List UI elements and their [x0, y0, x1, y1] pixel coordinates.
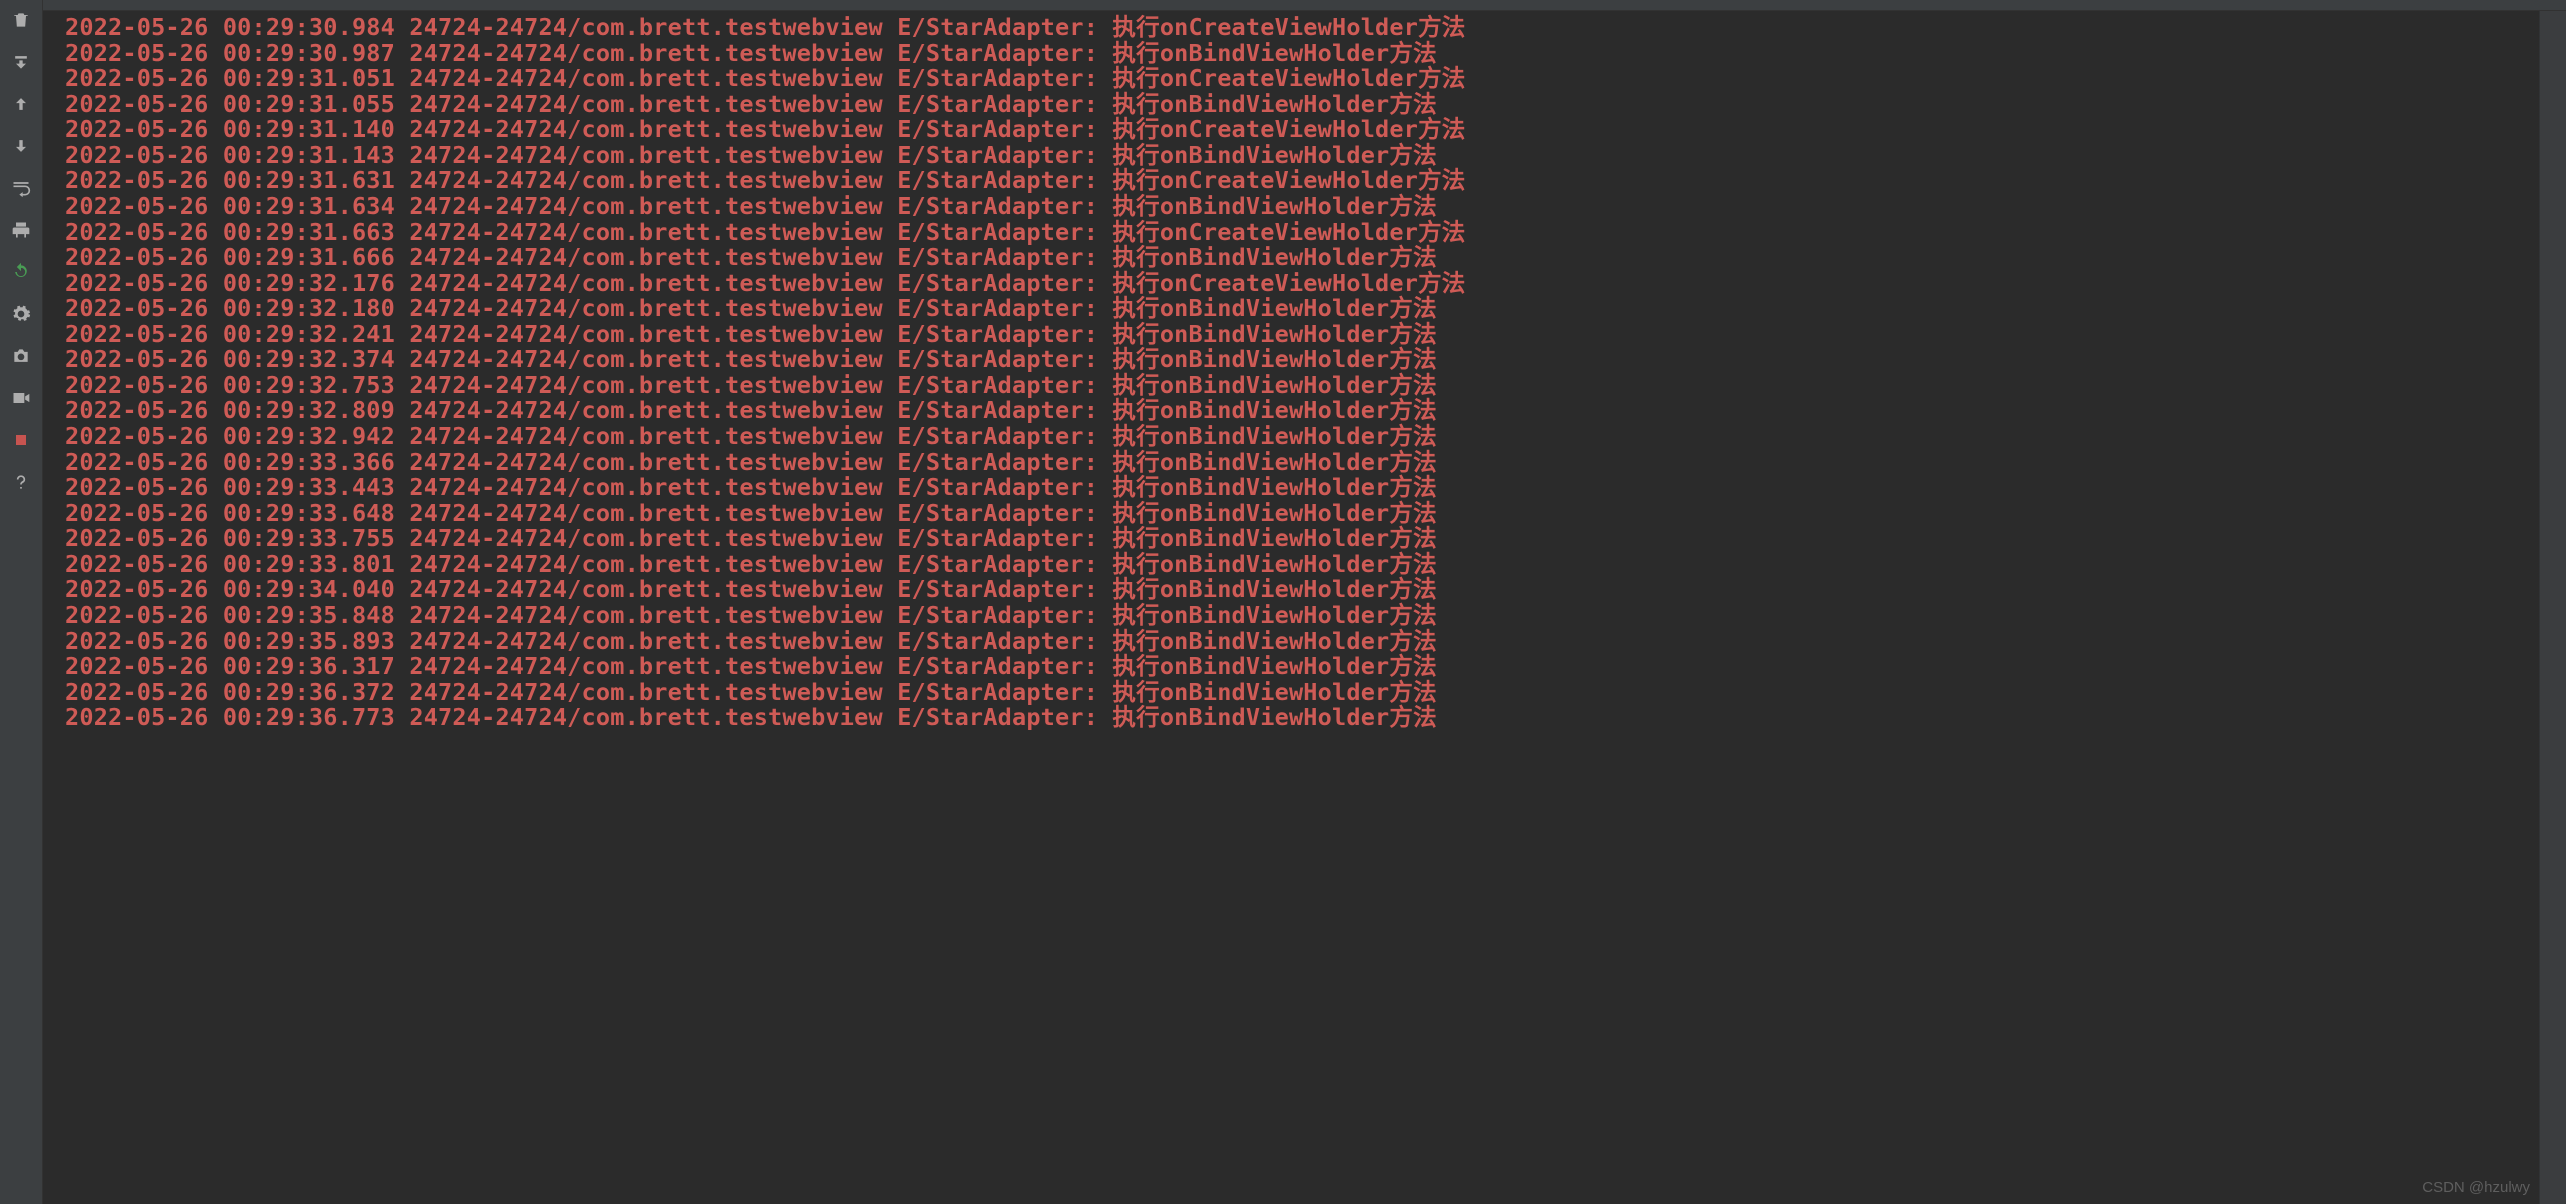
scroll-end-icon[interactable]: [9, 50, 33, 74]
log-lines-container: 2022-05-26 00:29:30.984 24724-24724/com.…: [65, 15, 2566, 731]
log-line[interactable]: 2022-05-26 00:29:30.987 24724-24724/com.…: [65, 41, 2566, 67]
arrow-down-icon[interactable]: [9, 134, 33, 158]
log-line[interactable]: 2022-05-26 00:29:32.809 24724-24724/com.…: [65, 398, 2566, 424]
log-line[interactable]: 2022-05-26 00:29:31.143 24724-24724/com.…: [65, 143, 2566, 169]
log-line[interactable]: 2022-05-26 00:29:35.848 24724-24724/com.…: [65, 603, 2566, 629]
arrow-up-icon[interactable]: [9, 92, 33, 116]
log-line[interactable]: 2022-05-26 00:29:31.634 24724-24724/com.…: [65, 194, 2566, 220]
logcat-header-strip: [43, 0, 2566, 11]
log-line[interactable]: 2022-05-26 00:29:32.176 24724-24724/com.…: [65, 271, 2566, 297]
log-line[interactable]: 2022-05-26 00:29:32.942 24724-24724/com.…: [65, 424, 2566, 450]
log-line[interactable]: 2022-05-26 00:29:30.984 24724-24724/com.…: [65, 15, 2566, 41]
log-line[interactable]: 2022-05-26 00:29:34.040 24724-24724/com.…: [65, 577, 2566, 603]
log-line[interactable]: 2022-05-26 00:29:31.055 24724-24724/com.…: [65, 92, 2566, 118]
help-icon[interactable]: [9, 470, 33, 494]
screen-record-icon[interactable]: [9, 386, 33, 410]
logcat-main: 2022-05-26 00:29:30.984 24724-24724/com.…: [43, 0, 2566, 1204]
printer-icon[interactable]: [9, 218, 33, 242]
watermark-text: CSDN @hzulwy: [2422, 1179, 2530, 1196]
log-line[interactable]: 2022-05-26 00:29:31.663 24724-24724/com.…: [65, 220, 2566, 246]
log-line[interactable]: 2022-05-26 00:29:32.241 24724-24724/com.…: [65, 322, 2566, 348]
logcat-toolbar: [0, 0, 43, 1204]
stop-icon[interactable]: [9, 428, 33, 452]
log-line[interactable]: 2022-05-26 00:29:33.755 24724-24724/com.…: [65, 526, 2566, 552]
log-line[interactable]: 2022-05-26 00:29:32.374 24724-24724/com.…: [65, 347, 2566, 373]
log-line[interactable]: 2022-05-26 00:29:33.801 24724-24724/com.…: [65, 552, 2566, 578]
logcat-output[interactable]: 2022-05-26 00:29:30.984 24724-24724/com.…: [43, 11, 2566, 1204]
log-line[interactable]: 2022-05-26 00:29:36.773 24724-24724/com.…: [65, 705, 2566, 731]
log-line[interactable]: 2022-05-26 00:29:31.666 24724-24724/com.…: [65, 245, 2566, 271]
log-line[interactable]: 2022-05-26 00:29:33.648 24724-24724/com.…: [65, 501, 2566, 527]
log-line[interactable]: 2022-05-26 00:29:31.631 24724-24724/com.…: [65, 168, 2566, 194]
log-line[interactable]: 2022-05-26 00:29:36.372 24724-24724/com.…: [65, 680, 2566, 706]
log-line[interactable]: 2022-05-26 00:29:31.140 24724-24724/com.…: [65, 117, 2566, 143]
logcat-window: 2022-05-26 00:29:30.984 24724-24724/com.…: [0, 0, 2566, 1204]
settings-icon[interactable]: [9, 302, 33, 326]
screenshot-icon[interactable]: [9, 344, 33, 368]
softwrap-icon[interactable]: [9, 176, 33, 200]
log-line[interactable]: 2022-05-26 00:29:32.753 24724-24724/com.…: [65, 373, 2566, 399]
restart-icon[interactable]: [9, 260, 33, 284]
scrollbar-track[interactable]: [2539, 11, 2566, 1204]
log-line[interactable]: 2022-05-26 00:29:36.317 24724-24724/com.…: [65, 654, 2566, 680]
log-line[interactable]: 2022-05-26 00:29:31.051 24724-24724/com.…: [65, 66, 2566, 92]
log-line[interactable]: 2022-05-26 00:29:32.180 24724-24724/com.…: [65, 296, 2566, 322]
log-line[interactable]: 2022-05-26 00:29:33.443 24724-24724/com.…: [65, 475, 2566, 501]
log-line[interactable]: 2022-05-26 00:29:33.366 24724-24724/com.…: [65, 450, 2566, 476]
log-line[interactable]: 2022-05-26 00:29:35.893 24724-24724/com.…: [65, 629, 2566, 655]
trash-icon[interactable]: [9, 8, 33, 32]
